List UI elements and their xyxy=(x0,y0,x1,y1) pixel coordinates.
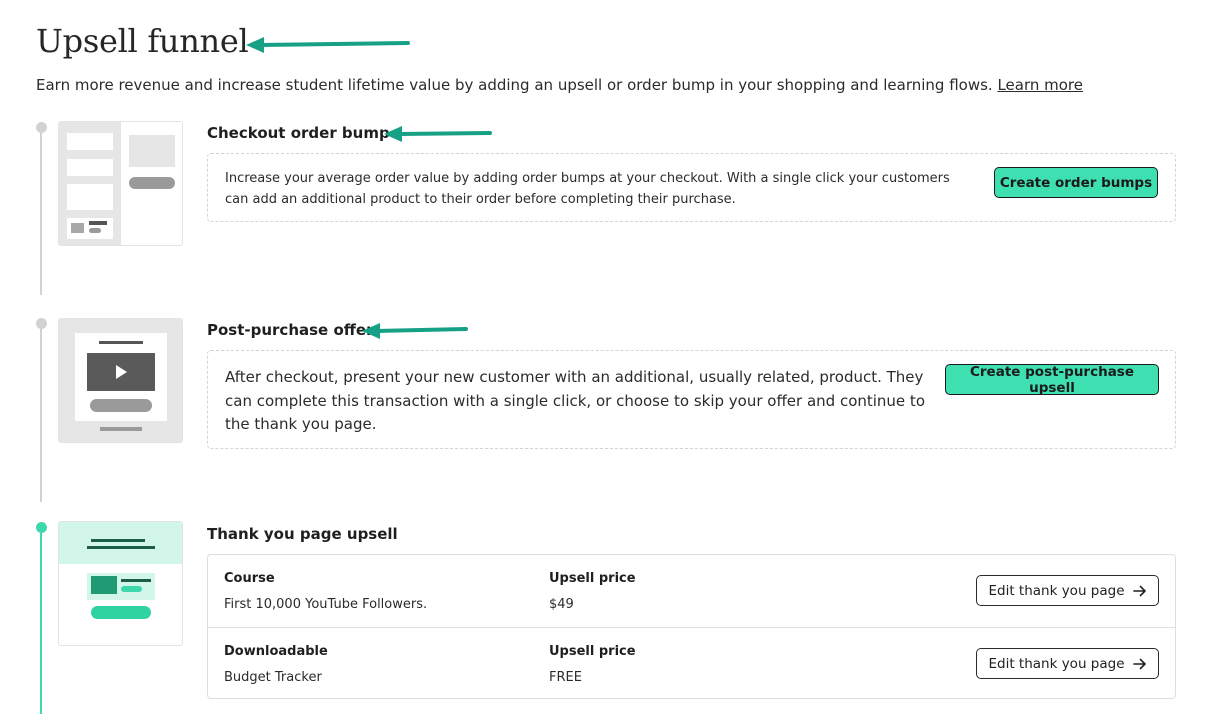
upsell-price-label: Upsell price xyxy=(549,571,636,586)
timeline-line-order-bump xyxy=(40,133,42,295)
page-description: Earn more revenue and increase student l… xyxy=(36,76,1083,94)
thank-you-upsell-title: Thank you page upsell xyxy=(207,525,398,543)
upsell-price-label: Upsell price xyxy=(549,644,636,659)
order-bump-card: Increase your average order value by add… xyxy=(207,153,1176,222)
create-post-purchase-upsell-button[interactable]: Create post-purchase upsell xyxy=(945,364,1159,396)
order-bump-title: Checkout order bump xyxy=(207,124,390,142)
edit-thank-you-page-label: Edit thank you page xyxy=(988,655,1125,672)
thank-you-upsell-illustration xyxy=(58,521,183,646)
product-type-label: Course xyxy=(224,571,275,586)
learn-more-link[interactable]: Learn more xyxy=(997,76,1083,94)
product-type-label: Downloadable xyxy=(224,644,328,659)
annotation-arrow-post-purchase xyxy=(362,322,470,340)
timeline-dot-order-bump xyxy=(36,122,47,133)
product-name: First 10,000 YouTube Followers. xyxy=(224,597,428,612)
description-text: Earn more revenue and increase student l… xyxy=(36,76,993,94)
upsell-price-value: $49 xyxy=(549,597,574,612)
post-purchase-description: After checkout, present your new custome… xyxy=(225,368,925,433)
table-row: Course First 10,000 YouTube Followers. U… xyxy=(208,555,1175,627)
upsell-price-value: FREE xyxy=(549,670,582,685)
arrow-right-icon xyxy=(1132,658,1146,669)
product-name: Budget Tracker xyxy=(224,670,322,685)
play-icon xyxy=(116,365,127,379)
order-bump-description: Increase your average order value by add… xyxy=(225,171,950,207)
annotation-arrow-title xyxy=(246,36,412,54)
checkout-order-bump-illustration xyxy=(58,121,183,246)
annotation-arrow-order-bump xyxy=(384,125,494,143)
timeline-line-thank-you xyxy=(40,533,42,714)
page-title: Upsell funnel xyxy=(36,22,249,60)
post-purchase-title: Post-purchase offer xyxy=(207,321,374,339)
post-purchase-illustration xyxy=(58,318,183,443)
edit-thank-you-page-button[interactable]: Edit thank you page xyxy=(976,575,1159,606)
thank-you-upsell-table: Course First 10,000 YouTube Followers. U… xyxy=(207,554,1176,699)
timeline-dot-thank-you xyxy=(36,522,47,533)
create-order-bumps-button[interactable]: Create order bumps xyxy=(994,167,1158,198)
timeline-line-post-purchase xyxy=(40,329,42,502)
edit-thank-you-page-label: Edit thank you page xyxy=(988,582,1125,599)
arrow-right-icon xyxy=(1132,585,1146,596)
post-purchase-card: After checkout, present your new custome… xyxy=(207,350,1176,449)
timeline-dot-post-purchase xyxy=(36,318,47,329)
table-row: Downloadable Budget Tracker Upsell price… xyxy=(208,627,1175,699)
edit-thank-you-page-button[interactable]: Edit thank you page xyxy=(976,648,1159,679)
